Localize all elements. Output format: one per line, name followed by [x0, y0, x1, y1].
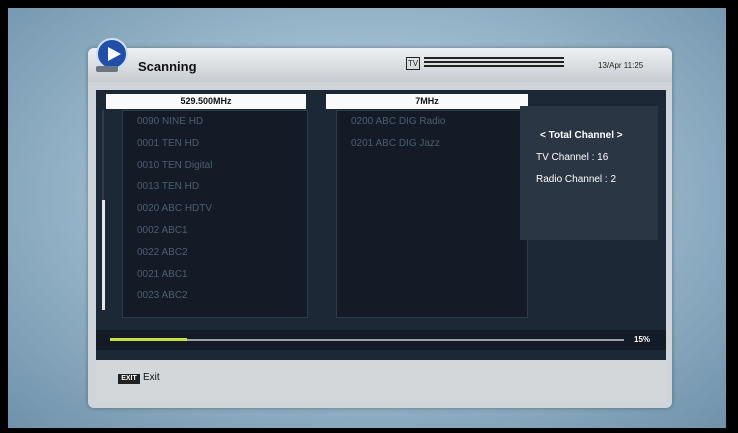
list-item: 0013 TEN HD — [137, 181, 200, 193]
list-item: 0200 ABC DIG Radio — [351, 116, 446, 127]
progress-fill — [110, 338, 188, 341]
tv-icon: TV — [406, 57, 420, 70]
page-title: Scanning — [138, 59, 197, 74]
progress-percent: 15% — [634, 335, 651, 344]
radio-channel-list[interactable]: 0200 ABC DIG Radio 0201 ABC DIG Jazz — [336, 110, 528, 318]
channel-summary-box: < Total Channel > TV Channel : 16 Radio … — [520, 106, 658, 240]
radio-channel-count: Radio Channel : 2 — [536, 174, 617, 185]
summary-title: < Total Channel > — [540, 130, 623, 141]
frequency-header: 529.500MHz — [106, 94, 306, 109]
scan-progress: 15% — [96, 330, 666, 350]
tv-channel-count: TV Channel : 16 — [536, 152, 609, 163]
globe-satellite-icon — [96, 38, 128, 72]
exit-key-icon[interactable]: EXIT — [118, 374, 140, 384]
dialog-footer: EXIT Exit — [96, 360, 666, 402]
tv-screen: Scanning TV 13/Apr 11:25 529.500MHz 7MHz… — [8, 8, 726, 428]
tv-channel-list[interactable]: 0090 NINE HD 0001 TEN HD 0010 TEN Digita… — [122, 110, 308, 318]
datetime-label: 13/Apr 11:25 — [598, 61, 644, 70]
dialog-header: Scanning TV 13/Apr 11:25 — [88, 38, 672, 82]
list-item: 0002 ABC1 — [137, 224, 188, 236]
signal-strength-icon — [424, 57, 564, 71]
list-item: 0021 ABC1 — [137, 268, 188, 280]
exit-label: Exit — [143, 372, 160, 383]
list-item: 0010 TEN Digital — [137, 159, 213, 171]
list-item: 0001 TEN HD — [137, 137, 200, 149]
list-item: 0020 ABC HDTV — [137, 203, 213, 215]
list-item: 0023 ABC2 — [137, 290, 188, 302]
list-item: 0201 ABC DIG Jazz — [351, 137, 440, 149]
scrollbar-thumb[interactable] — [102, 200, 105, 310]
scanning-dialog: Scanning TV 13/Apr 11:25 529.500MHz 7MHz… — [88, 38, 672, 408]
bandwidth-header: 7MHz — [326, 94, 528, 109]
progress-track — [110, 338, 624, 341]
list-item: 0090 NINE HD — [137, 116, 204, 127]
list-item: 0022 ABC2 — [137, 246, 188, 258]
